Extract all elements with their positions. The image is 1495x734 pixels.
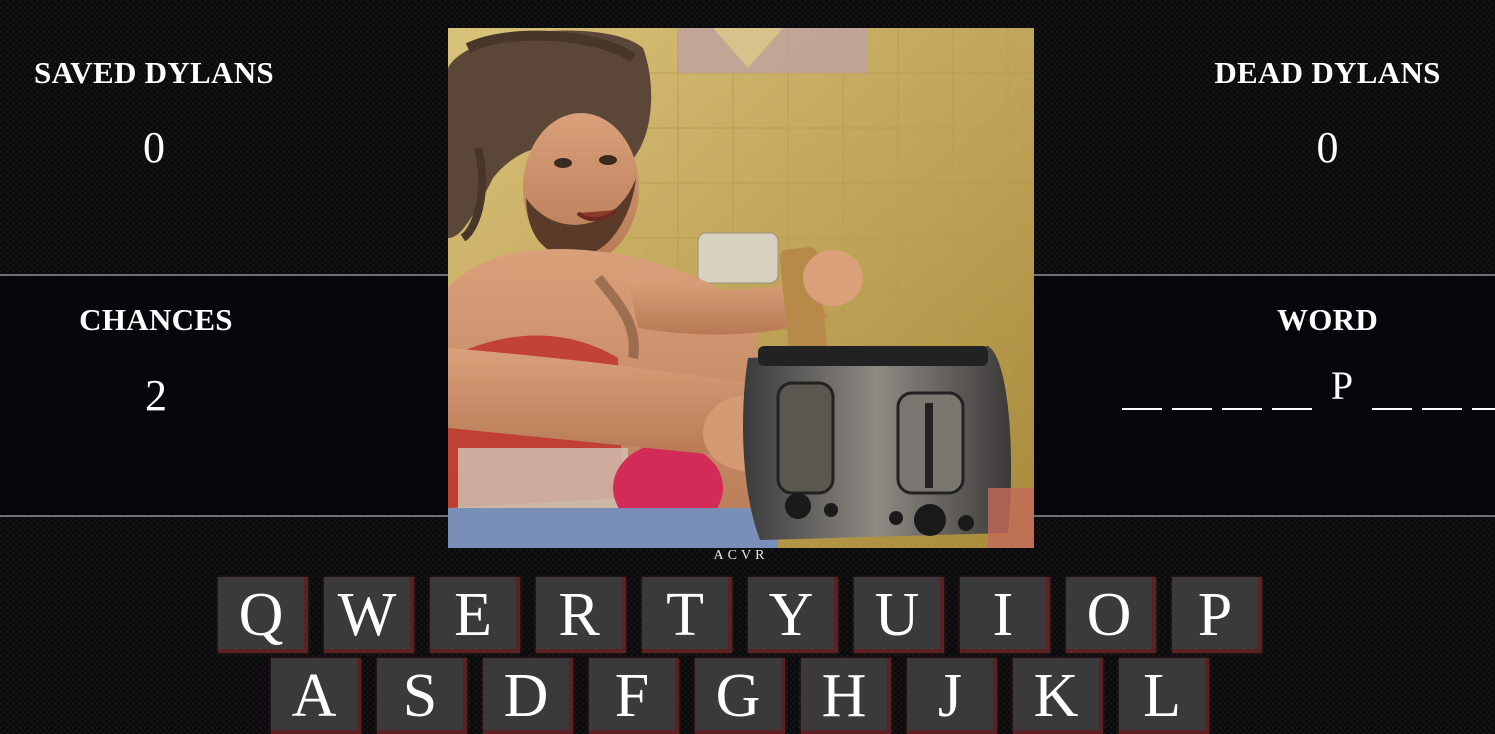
key-r[interactable]: R (536, 577, 626, 653)
word-slot-letter: P (1330, 363, 1354, 408)
dylan-photo (448, 28, 1034, 548)
word-slot: P (1322, 363, 1362, 414)
word-slot (1472, 368, 1495, 414)
key-f[interactable]: F (589, 658, 679, 734)
dead-dylans-count: 0 (1316, 123, 1339, 172)
key-y[interactable]: Y (748, 577, 838, 653)
word-slots: P (1122, 363, 1495, 414)
word-slot-blank (1372, 408, 1412, 410)
word-slot-blank (1472, 408, 1495, 410)
word-slot-blank (1172, 408, 1212, 410)
dylan-toaster-image (448, 28, 1034, 548)
dead-dylans-label: DEAD DYLANS (1214, 55, 1441, 90)
word-slot-blank (1122, 408, 1162, 410)
key-l[interactable]: L (1119, 658, 1209, 734)
key-h[interactable]: H (801, 658, 891, 734)
key-a[interactable]: A (271, 658, 361, 734)
key-s[interactable]: S (377, 658, 467, 734)
key-p[interactable]: P (1172, 577, 1262, 653)
chances-label: CHANCES (79, 302, 233, 337)
word-label: WORD (1276, 302, 1379, 337)
key-d[interactable]: D (483, 658, 573, 734)
key-e[interactable]: E (430, 577, 520, 653)
saved-dylans-label: SAVED DYLANS (34, 55, 274, 90)
key-q[interactable]: Q (218, 577, 308, 653)
key-k[interactable]: K (1013, 658, 1103, 734)
key-u[interactable]: U (854, 577, 944, 653)
word-slot (1222, 368, 1262, 414)
key-w[interactable]: W (324, 577, 414, 653)
chances-count: 2 (145, 371, 167, 420)
word-slot (1122, 368, 1162, 414)
key-g[interactable]: G (695, 658, 785, 734)
word-slot-blank (1422, 408, 1462, 410)
key-t[interactable]: T (642, 577, 732, 653)
word-slot (1372, 368, 1412, 414)
word-slot (1422, 368, 1462, 414)
word-slot (1272, 368, 1312, 414)
word-slot-blank (1222, 408, 1262, 410)
word-slot (1172, 368, 1212, 414)
word-slot-blank (1272, 408, 1312, 410)
key-i[interactable]: I (960, 577, 1050, 653)
saved-dylans-count: 0 (143, 123, 165, 172)
key-o[interactable]: O (1066, 577, 1156, 653)
key-j[interactable]: J (907, 658, 997, 734)
photo-credit: ACVR (713, 548, 769, 563)
